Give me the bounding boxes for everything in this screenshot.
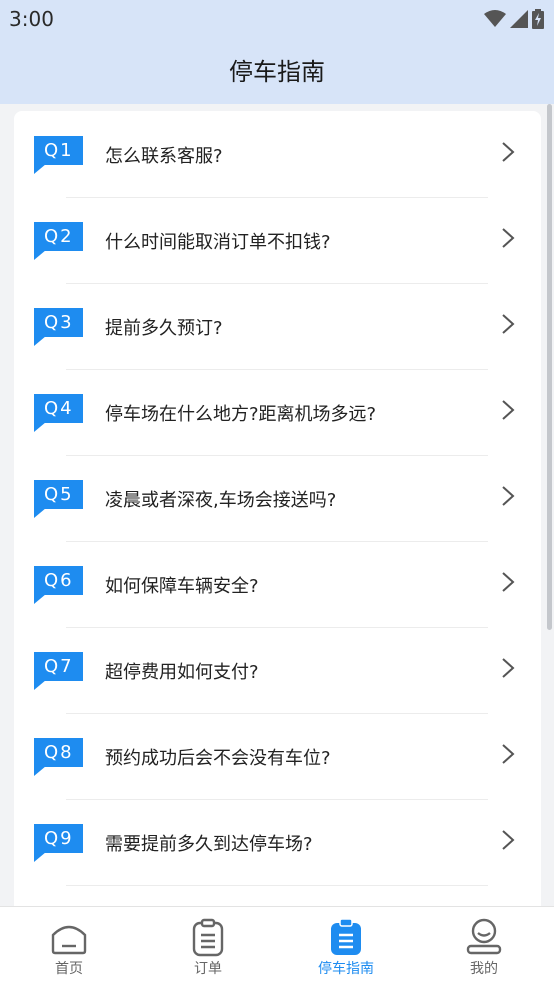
chevron-right-icon (502, 400, 515, 420)
divider (66, 885, 488, 886)
badge-label: Q2 (44, 226, 74, 247)
faq-item[interactable]: Q1 怎么联系客服? (14, 111, 541, 197)
status-icons (484, 7, 544, 31)
wifi-icon (484, 10, 506, 27)
question-badge: Q7 (34, 652, 83, 692)
badge-tail (34, 594, 46, 604)
question-text: 预约成功后会不会没有车位? (105, 748, 331, 769)
question-badge: Q4 (34, 394, 83, 434)
faq-item[interactable]: Q8 预约成功后会不会没有车位? (14, 713, 541, 799)
question-badge: Q1 (34, 136, 83, 176)
nav-label: 订单 (194, 961, 222, 977)
question-badge: Q8 (34, 738, 83, 778)
question-text: 停车场在什么地方?距离机场多远? (105, 404, 377, 425)
question-badge: Q3 (34, 308, 83, 348)
question-text: 如何保障车辆安全? (105, 576, 259, 597)
faq-item[interactable]: Q7 超停费用如何支付? (14, 627, 541, 713)
badge-tail (34, 336, 46, 346)
badge-label: Q4 (44, 398, 74, 419)
nav-item[interactable]: 我的 (434, 907, 534, 984)
chevron-right-icon (502, 572, 515, 592)
badge-tail (34, 422, 46, 432)
scrollbar[interactable] (547, 104, 552, 630)
chevron-right-icon (502, 142, 515, 162)
chevron-right-icon (502, 486, 515, 506)
faq-item[interactable]: Q4 停车场在什么地方?距离机场多远? (14, 369, 541, 455)
badge-label: Q1 (44, 140, 74, 161)
badge-tail (34, 164, 46, 174)
signal-icon (510, 10, 528, 28)
bottom-navigation: 首页 订单 停车指南 我的 (0, 906, 554, 984)
question-text: 怎么联系客服? (105, 146, 223, 167)
nav-item[interactable]: 首页 (19, 907, 119, 984)
top-header: 3:00 停车指南 (0, 0, 554, 104)
badge-tail (34, 766, 46, 776)
badge-label: Q3 (44, 312, 74, 333)
nav-label: 首页 (55, 961, 83, 977)
nav-item[interactable]: 订单 (158, 907, 258, 984)
badge-label: Q8 (44, 742, 74, 763)
badge-label: Q6 (44, 570, 74, 591)
question-text: 什么时间能取消订单不扣钱? (105, 232, 331, 253)
question-badge: Q9 (34, 824, 83, 864)
faq-card: Q1 怎么联系客服? Q2 什么时间能取消订单不扣钱? Q3 提前多久预订? Q4 停车场在什… (14, 111, 541, 906)
status-time: 3:00 (9, 7, 54, 31)
question-text: 超停费用如何支付? (105, 662, 259, 683)
badge-label: Q9 (44, 828, 74, 849)
battery-charging-icon (532, 9, 544, 29)
faq-item[interactable]: Q9 需要提前多久到达停车场? (14, 799, 541, 885)
badge-tail (34, 250, 46, 260)
faq-item[interactable]: Q3 提前多久预订? (14, 283, 541, 369)
chevron-right-icon (502, 658, 515, 678)
faq-scroll-area[interactable]: Q1 怎么联系客服? Q2 什么时间能取消订单不扣钱? Q3 提前多久预订? Q4 停车场在什… (0, 104, 554, 906)
question-text: 提前多久预订? (105, 318, 223, 339)
chevron-right-icon (502, 744, 515, 764)
nav-label: 我的 (470, 961, 498, 977)
question-badge: Q2 (34, 222, 83, 262)
chevron-right-icon (502, 314, 515, 334)
chevron-right-icon (502, 830, 515, 850)
clipboard-icon (188, 917, 228, 957)
page-title: 停车指南 (229, 58, 325, 86)
badge-tail (34, 680, 46, 690)
badge-label: Q7 (44, 656, 74, 677)
badge-label: Q5 (44, 484, 74, 505)
chevron-right-icon (502, 228, 515, 248)
nav-label: 停车指南 (318, 961, 374, 977)
question-badge: Q5 (34, 480, 83, 520)
status-bar: 3:00 (0, 0, 554, 38)
faq-item[interactable]: Q2 什么时间能取消订单不扣钱? (14, 197, 541, 283)
home-icon (49, 917, 89, 957)
guide-icon (326, 917, 366, 957)
badge-tail (34, 508, 46, 518)
user-icon (464, 917, 504, 957)
faq-item[interactable]: Q5 凌晨或者深夜,车场会接送吗? (14, 455, 541, 541)
question-text: 凌晨或者深夜,车场会接送吗? (105, 490, 337, 511)
question-text: 需要提前多久到达停车场? (105, 834, 313, 855)
badge-tail (34, 852, 46, 862)
question-badge: Q6 (34, 566, 83, 606)
faq-item[interactable]: Q6 如何保障车辆安全? (14, 541, 541, 627)
nav-item[interactable]: 停车指南 (296, 907, 396, 984)
